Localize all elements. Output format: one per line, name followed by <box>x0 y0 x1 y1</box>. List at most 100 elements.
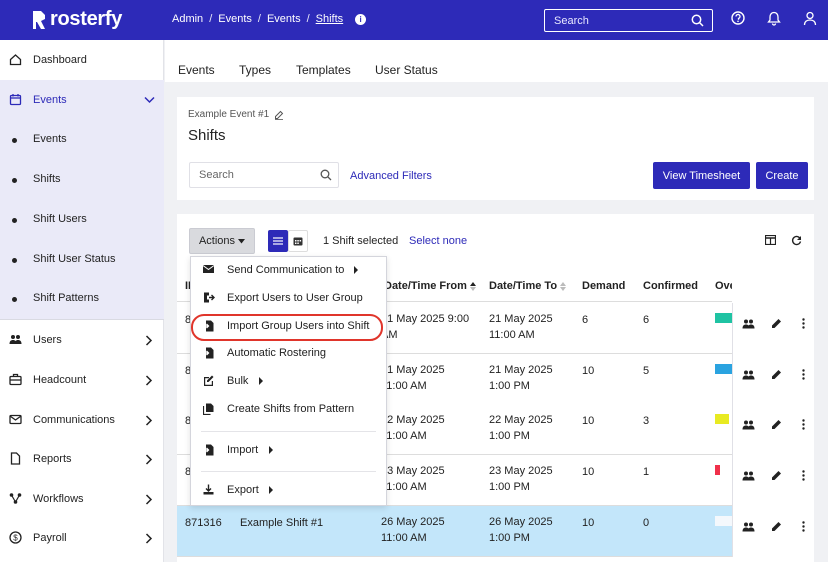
column-header-demand[interactable]: Demand <box>582 280 625 292</box>
tab-types[interactable]: Types <box>239 63 271 77</box>
submenu-item-shifts[interactable]: Shifts <box>0 160 164 200</box>
row-actions <box>732 303 814 354</box>
submenu-item-label: Shift Patterns <box>33 292 100 304</box>
breadcrumb-events-list[interactable]: Events <box>267 13 301 25</box>
menu-item-automatic-rostering[interactable]: Automatic Rostering <box>191 340 386 366</box>
help-icon[interactable] <box>731 11 745 25</box>
tab-events[interactable]: Events <box>178 63 215 77</box>
chevron-right-icon[interactable] <box>145 533 153 544</box>
submenu-item-shift-user-status[interactable]: Shift User Status <box>0 240 164 280</box>
sidebar-item-payroll[interactable]: $ Payroll <box>0 518 164 558</box>
sidebar-item-events[interactable]: Events <box>0 80 164 120</box>
view-timesheet-button[interactable]: View Timesheet <box>653 162 750 189</box>
notifications-bell-icon[interactable] <box>767 11 781 26</box>
shift-search-input[interactable] <box>190 163 310 187</box>
edit-icon[interactable] <box>274 110 284 120</box>
column-header-confirmed[interactable]: Confirmed <box>643 280 698 292</box>
menu-item-export-users-to-group[interactable]: Export Users to User Group <box>191 285 386 311</box>
refresh-icon[interactable] <box>791 235 802 246</box>
more-options-icon[interactable] <box>802 521 805 532</box>
column-header-date-time-to[interactable]: Date/Time To <box>489 280 567 292</box>
assign-users-icon[interactable] <box>742 522 755 532</box>
column-header-overall[interactable]: Ove <box>715 280 732 292</box>
submenu-item-shift-patterns[interactable]: Shift Patterns <box>0 279 164 319</box>
breadcrumb-shifts[interactable]: Shifts <box>316 13 344 25</box>
sidebar-item-users[interactable]: Users <box>0 320 164 360</box>
menu-divider <box>201 431 376 432</box>
actions-dropdown-button[interactable]: Actions <box>189 228 255 254</box>
more-options-icon[interactable] <box>802 318 805 329</box>
submenu-item-label: Shifts <box>33 173 61 185</box>
app-logo[interactable]: rosterfy <box>32 8 122 31</box>
chevron-right-icon[interactable] <box>145 494 153 505</box>
more-options-icon[interactable] <box>802 369 805 380</box>
sidebar-item-communications[interactable]: Communications <box>0 400 164 440</box>
sidebar-item-headcount[interactable]: Headcount <box>0 360 164 400</box>
import-file-icon <box>203 347 214 359</box>
more-options-icon[interactable] <box>802 470 805 481</box>
search-icon[interactable] <box>691 14 704 27</box>
assign-users-icon[interactable] <box>742 420 755 430</box>
chevron-right-icon[interactable] <box>145 454 153 465</box>
calendar-view-toggle[interactable] <box>288 230 308 252</box>
menu-item-bulk[interactable]: Bulk <box>191 368 386 394</box>
sidebar-item-reports[interactable]: Reports <box>0 439 164 479</box>
edit-pencil-icon[interactable] <box>771 521 782 532</box>
table-row-selected[interactable]: 871316 Example Shift #1 26 May 2025 11:0… <box>177 506 814 557</box>
bullet-icon <box>12 258 17 263</box>
select-none-link[interactable]: Select none <box>409 235 467 247</box>
menu-item-export[interactable]: Export <box>191 477 386 503</box>
row-actions <box>732 455 814 506</box>
sidebar-item-workflows[interactable]: Workflows <box>0 479 164 519</box>
list-view-toggle[interactable] <box>268 230 288 252</box>
menu-item-create-shifts-from-pattern[interactable]: Create Shifts from Pattern <box>191 396 386 422</box>
assign-users-icon[interactable] <box>742 471 755 481</box>
edit-icon <box>204 375 214 386</box>
edit-pencil-icon[interactable] <box>771 318 782 329</box>
breadcrumb-admin[interactable]: Admin <box>172 13 203 25</box>
sort-ascending-icon[interactable] <box>469 281 476 291</box>
shift-search[interactable] <box>189 162 339 188</box>
menu-item-import[interactable]: Import <box>191 437 386 463</box>
chevron-down-icon[interactable] <box>144 96 155 104</box>
cell-from-time: 11:00 AM <box>381 532 427 544</box>
advanced-filters-link[interactable]: Advanced Filters <box>350 170 432 182</box>
sidebar-item-dashboard[interactable]: Dashboard <box>0 40 164 80</box>
columns-icon[interactable] <box>765 235 776 245</box>
tab-user-status[interactable]: User Status <box>375 63 438 77</box>
chevron-right-icon[interactable] <box>145 415 153 426</box>
global-search[interactable] <box>544 9 713 32</box>
more-options-icon[interactable] <box>802 419 805 430</box>
chevron-right-icon[interactable] <box>145 335 153 346</box>
submenu-item-events[interactable]: Events <box>0 120 164 160</box>
calendar-icon <box>293 237 303 246</box>
user-profile-icon[interactable] <box>803 11 817 26</box>
column-header-date-time-from[interactable]: Date/Time From <box>384 280 476 292</box>
calendar-icon <box>9 94 22 106</box>
cell-to-time: 11:00 AM <box>489 329 535 341</box>
submenu-caret-icon <box>354 266 358 274</box>
edit-pencil-icon[interactable] <box>771 419 782 430</box>
breadcrumb-events[interactable]: Events <box>218 13 252 25</box>
tab-templates[interactable]: Templates <box>296 63 351 77</box>
info-icon[interactable]: i <box>355 13 367 25</box>
cell-demand: 10 <box>582 517 595 529</box>
edit-pencil-icon[interactable] <box>771 369 782 380</box>
submenu-item-shift-users[interactable]: Shift Users <box>0 200 164 240</box>
create-button[interactable]: Create <box>756 162 808 189</box>
cell-name[interactable]: Example Shift #1 <box>240 515 323 531</box>
search-icon[interactable] <box>320 169 332 181</box>
bullet-icon <box>12 178 17 183</box>
global-search-input[interactable] <box>545 10 685 31</box>
copy-icon <box>203 403 214 415</box>
chevron-right-icon[interactable] <box>145 375 153 386</box>
edit-pencil-icon[interactable] <box>771 470 782 481</box>
overall-status-bar <box>715 364 732 374</box>
envelope-icon <box>203 265 214 273</box>
assign-users-icon[interactable] <box>742 319 755 329</box>
submenu-caret-icon <box>269 446 273 454</box>
assign-users-icon[interactable] <box>742 370 755 380</box>
sort-icon[interactable] <box>560 281 567 291</box>
sidebar-item-label: Dashboard <box>33 54 87 66</box>
menu-item-send-communication[interactable]: Send Communication to <box>191 257 386 283</box>
